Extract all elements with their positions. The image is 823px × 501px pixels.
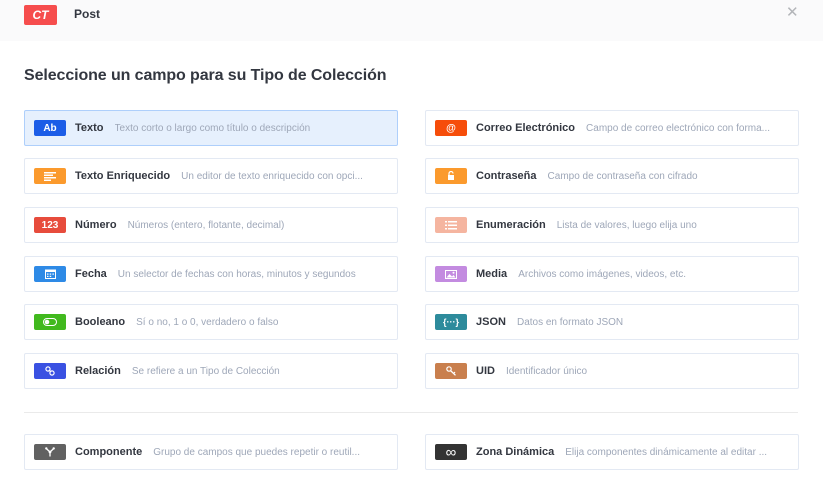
field-option-uid[interactable]: UID Identificador único [425, 353, 799, 389]
field-name: Media [476, 268, 508, 280]
field-description: Lista de valores, luego elija uno [556, 219, 697, 231]
field-option-componente[interactable]: Componente Grupo de campos que puedes re… [24, 434, 398, 470]
field-description: Archivos como imágenes, videos, etc. [518, 268, 687, 280]
image-icon [435, 266, 467, 282]
field-name: UID [476, 365, 495, 377]
infinity-icon: ∞ [435, 444, 467, 461]
field-option-zona-dinamica[interactable]: ∞ Zona Dinámica Elija componentes dinámi… [425, 434, 799, 470]
content-type-badge: CT [24, 5, 57, 25]
field-name: Fecha [75, 268, 107, 280]
field-option-texto-enriquecido[interactable]: Texto Enriquecido Un editor de texto enr… [24, 158, 398, 194]
field-name: Enumeración [476, 219, 546, 231]
field-name: Contraseña [476, 170, 537, 182]
lock-icon [435, 168, 467, 184]
field-option-contrasena[interactable]: Contraseña Campo de contraseña con cifra… [425, 158, 799, 194]
field-name: Componente [75, 446, 143, 458]
component-icon [34, 444, 66, 460]
field-description: Números (entero, flotante, decimal) [127, 219, 285, 231]
header-title: Post [74, 7, 101, 21]
field-description: Datos en formato JSON [516, 316, 624, 328]
field-option-enumeracion[interactable]: Enumeración Lista de valores, luego elij… [425, 207, 799, 243]
field-description: Se refiere a un Tipo de Colección [131, 365, 280, 377]
field-option-media[interactable]: Media Archivos como imágenes, videos, et… [425, 256, 799, 292]
field-option-relacion[interactable]: Relación Se refiere a un Tipo de Colecci… [24, 353, 398, 389]
field-name: Zona Dinámica [476, 446, 555, 458]
page-title: Seleccione un campo para su Tipo de Cole… [24, 67, 387, 84]
modal-header: CT Post ✕ [0, 0, 823, 41]
field-description: Elija componentes dinámicamente al edita… [565, 446, 768, 458]
field-name: Relación [75, 365, 121, 377]
email-icon: @ [435, 120, 467, 136]
section-divider [24, 412, 798, 413]
calendar-icon [34, 266, 66, 282]
field-name: Número [75, 219, 117, 231]
field-description: Grupo de campos que puedes repetir o reu… [153, 446, 361, 458]
field-option-texto[interactable]: Ab Texto Texto corto o largo como título… [24, 110, 398, 146]
key-icon [435, 363, 467, 379]
field-description: Texto corto o largo como título o descri… [114, 122, 311, 134]
field-name: Correo Electrónico [476, 122, 576, 134]
text-icon: Ab [34, 120, 66, 136]
toggle-icon [34, 314, 66, 330]
braces-icon: {···} [435, 314, 467, 330]
field-description: Un editor de texto enriquecido con opci.… [181, 170, 363, 182]
field-description: Identificador único [505, 365, 588, 377]
field-option-correo-electronico[interactable]: @ Correo Electrónico Campo de correo ele… [425, 110, 799, 146]
field-description: Un selector de fechas con horas, minutos… [117, 268, 356, 280]
list-icon [435, 217, 467, 233]
number-icon: 123 [34, 217, 66, 233]
field-option-booleano[interactable]: Booleano Sí o no, 1 o 0, verdadero o fal… [24, 304, 398, 340]
field-description: Campo de contraseña con cifrado [547, 170, 698, 182]
field-option-json[interactable]: {···} JSON Datos en formato JSON [425, 304, 799, 340]
close-icon[interactable]: ✕ [786, 5, 799, 21]
field-option-fecha[interactable]: Fecha Un selector de fechas con horas, m… [24, 256, 398, 292]
field-name: Texto [75, 122, 104, 134]
field-name: Booleano [75, 316, 126, 328]
field-description: Sí o no, 1 o 0, verdadero o falso [136, 316, 279, 328]
link-icon [34, 363, 66, 379]
richtext-icon [34, 168, 66, 184]
field-description: Campo de correo electrónico con forma... [586, 122, 771, 134]
field-option-numero[interactable]: 123 Número Números (entero, flotante, de… [24, 207, 398, 243]
field-name: Texto Enriquecido [75, 170, 171, 182]
field-name: JSON [476, 316, 506, 328]
